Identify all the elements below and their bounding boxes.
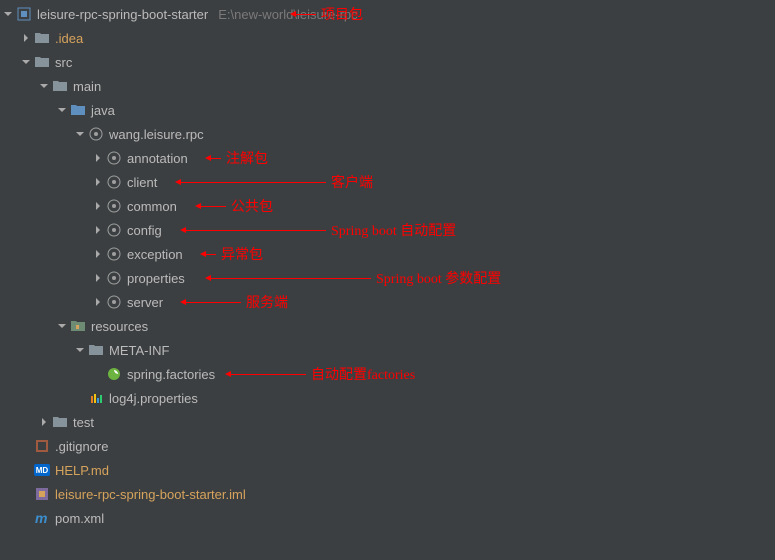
annotation-server: 服务端	[246, 292, 288, 312]
project-name: leisure-rpc-spring-boot-starter	[37, 7, 208, 22]
tree-item-common[interactable]: common 公共包	[0, 194, 775, 218]
annotation-client: 客户端	[331, 172, 373, 192]
package-label: client	[127, 175, 157, 190]
tree-item-idea[interactable]: .idea	[0, 26, 775, 50]
expand-arrow[interactable]	[18, 30, 34, 46]
folder-label: META-INF	[109, 343, 169, 358]
tree-item-root[interactable]: leisure-rpc-spring-boot-starter E:\new-w…	[0, 2, 775, 26]
file-label: .gitignore	[55, 439, 108, 454]
tree-item-gitignore[interactable]: .gitignore	[0, 434, 775, 458]
package-label: exception	[127, 247, 183, 262]
expand-arrow[interactable]	[36, 414, 52, 430]
project-tree: leisure-rpc-spring-boot-starter E:\new-w…	[0, 0, 775, 532]
package-label: common	[127, 199, 177, 214]
expand-arrow[interactable]	[90, 246, 106, 262]
tree-item-src[interactable]: src	[0, 50, 775, 74]
tree-item-springfactories[interactable]: spring.factories 自动配置factories	[0, 362, 775, 386]
annotation-config: Spring boot 自动配置	[331, 220, 456, 240]
expand-arrow[interactable]	[72, 342, 88, 358]
file-label: log4j.properties	[109, 391, 198, 406]
tree-item-pom[interactable]: pom.xml	[0, 506, 775, 530]
expand-arrow[interactable]	[18, 54, 34, 70]
folder-icon	[52, 78, 68, 94]
expand-arrow[interactable]	[90, 174, 106, 190]
folder-label: main	[73, 79, 101, 94]
package-icon	[106, 198, 122, 214]
spring-icon	[106, 366, 122, 382]
expand-arrow[interactable]	[54, 102, 70, 118]
file-label: leisure-rpc-spring-boot-starter.iml	[55, 487, 246, 502]
tree-item-java[interactable]: java	[0, 98, 775, 122]
expand-arrow[interactable]	[0, 6, 16, 22]
annotation-exception: 异常包	[221, 244, 263, 264]
annotation-root: 项目包	[321, 4, 363, 24]
folder-label: test	[73, 415, 94, 430]
folder-icon	[88, 342, 104, 358]
folder-icon	[34, 54, 50, 70]
expand-arrow[interactable]	[90, 294, 106, 310]
tree-item-main[interactable]: main	[0, 74, 775, 98]
folder-icon	[34, 30, 50, 46]
package-icon	[106, 174, 122, 190]
folder-label: src	[55, 55, 72, 70]
annotation-properties: Spring boot 参数配置	[376, 268, 501, 288]
tree-item-log4j[interactable]: log4j.properties	[0, 386, 775, 410]
file-label: HELP.md	[55, 463, 109, 478]
package-icon	[106, 270, 122, 286]
tree-item-client[interactable]: client 客户端	[0, 170, 775, 194]
package-label: properties	[127, 271, 185, 286]
tree-item-resources[interactable]: resources	[0, 314, 775, 338]
maven-icon	[34, 510, 50, 526]
tree-item-annotation[interactable]: annotation 注解包	[0, 146, 775, 170]
expand-arrow[interactable]	[90, 150, 106, 166]
package-icon	[106, 150, 122, 166]
annotation-common: 公共包	[231, 196, 273, 216]
package-label: server	[127, 295, 163, 310]
package-icon	[106, 246, 122, 262]
expand-arrow[interactable]	[36, 78, 52, 94]
package-icon	[106, 294, 122, 310]
git-icon	[34, 438, 50, 454]
expand-arrow[interactable]	[90, 222, 106, 238]
markdown-icon: MD	[34, 462, 50, 478]
tree-item-test[interactable]: test	[0, 410, 775, 434]
file-label: pom.xml	[55, 511, 104, 526]
annotation-annotation: 注解包	[226, 148, 268, 168]
resources-folder-icon	[70, 318, 86, 334]
folder-icon	[52, 414, 68, 430]
properties-icon	[88, 390, 104, 406]
tree-item-metainf[interactable]: META-INF	[0, 338, 775, 362]
expand-arrow[interactable]	[90, 198, 106, 214]
expand-arrow[interactable]	[90, 270, 106, 286]
tree-item-exception[interactable]: exception 异常包	[0, 242, 775, 266]
tree-item-iml[interactable]: leisure-rpc-spring-boot-starter.iml	[0, 482, 775, 506]
package-label: wang.leisure.rpc	[109, 127, 204, 142]
tree-item-properties[interactable]: properties Spring boot 参数配置	[0, 266, 775, 290]
file-label: spring.factories	[127, 367, 215, 382]
annotation-springfactories: 自动配置factories	[311, 364, 415, 384]
folder-label: .idea	[55, 31, 83, 46]
tree-item-package[interactable]: wang.leisure.rpc	[0, 122, 775, 146]
folder-label: java	[91, 103, 115, 118]
tree-item-server[interactable]: server 服务端	[0, 290, 775, 314]
tree-item-helpmd[interactable]: MD HELP.md	[0, 458, 775, 482]
folder-label: resources	[91, 319, 148, 334]
tree-item-config[interactable]: config Spring boot 自动配置	[0, 218, 775, 242]
expand-arrow[interactable]	[72, 126, 88, 142]
source-folder-icon	[70, 102, 86, 118]
expand-arrow[interactable]	[54, 318, 70, 334]
package-label: annotation	[127, 151, 188, 166]
package-icon	[106, 222, 122, 238]
package-icon	[88, 126, 104, 142]
module-icon	[16, 6, 32, 22]
iml-icon	[34, 486, 50, 502]
package-label: config	[127, 223, 162, 238]
